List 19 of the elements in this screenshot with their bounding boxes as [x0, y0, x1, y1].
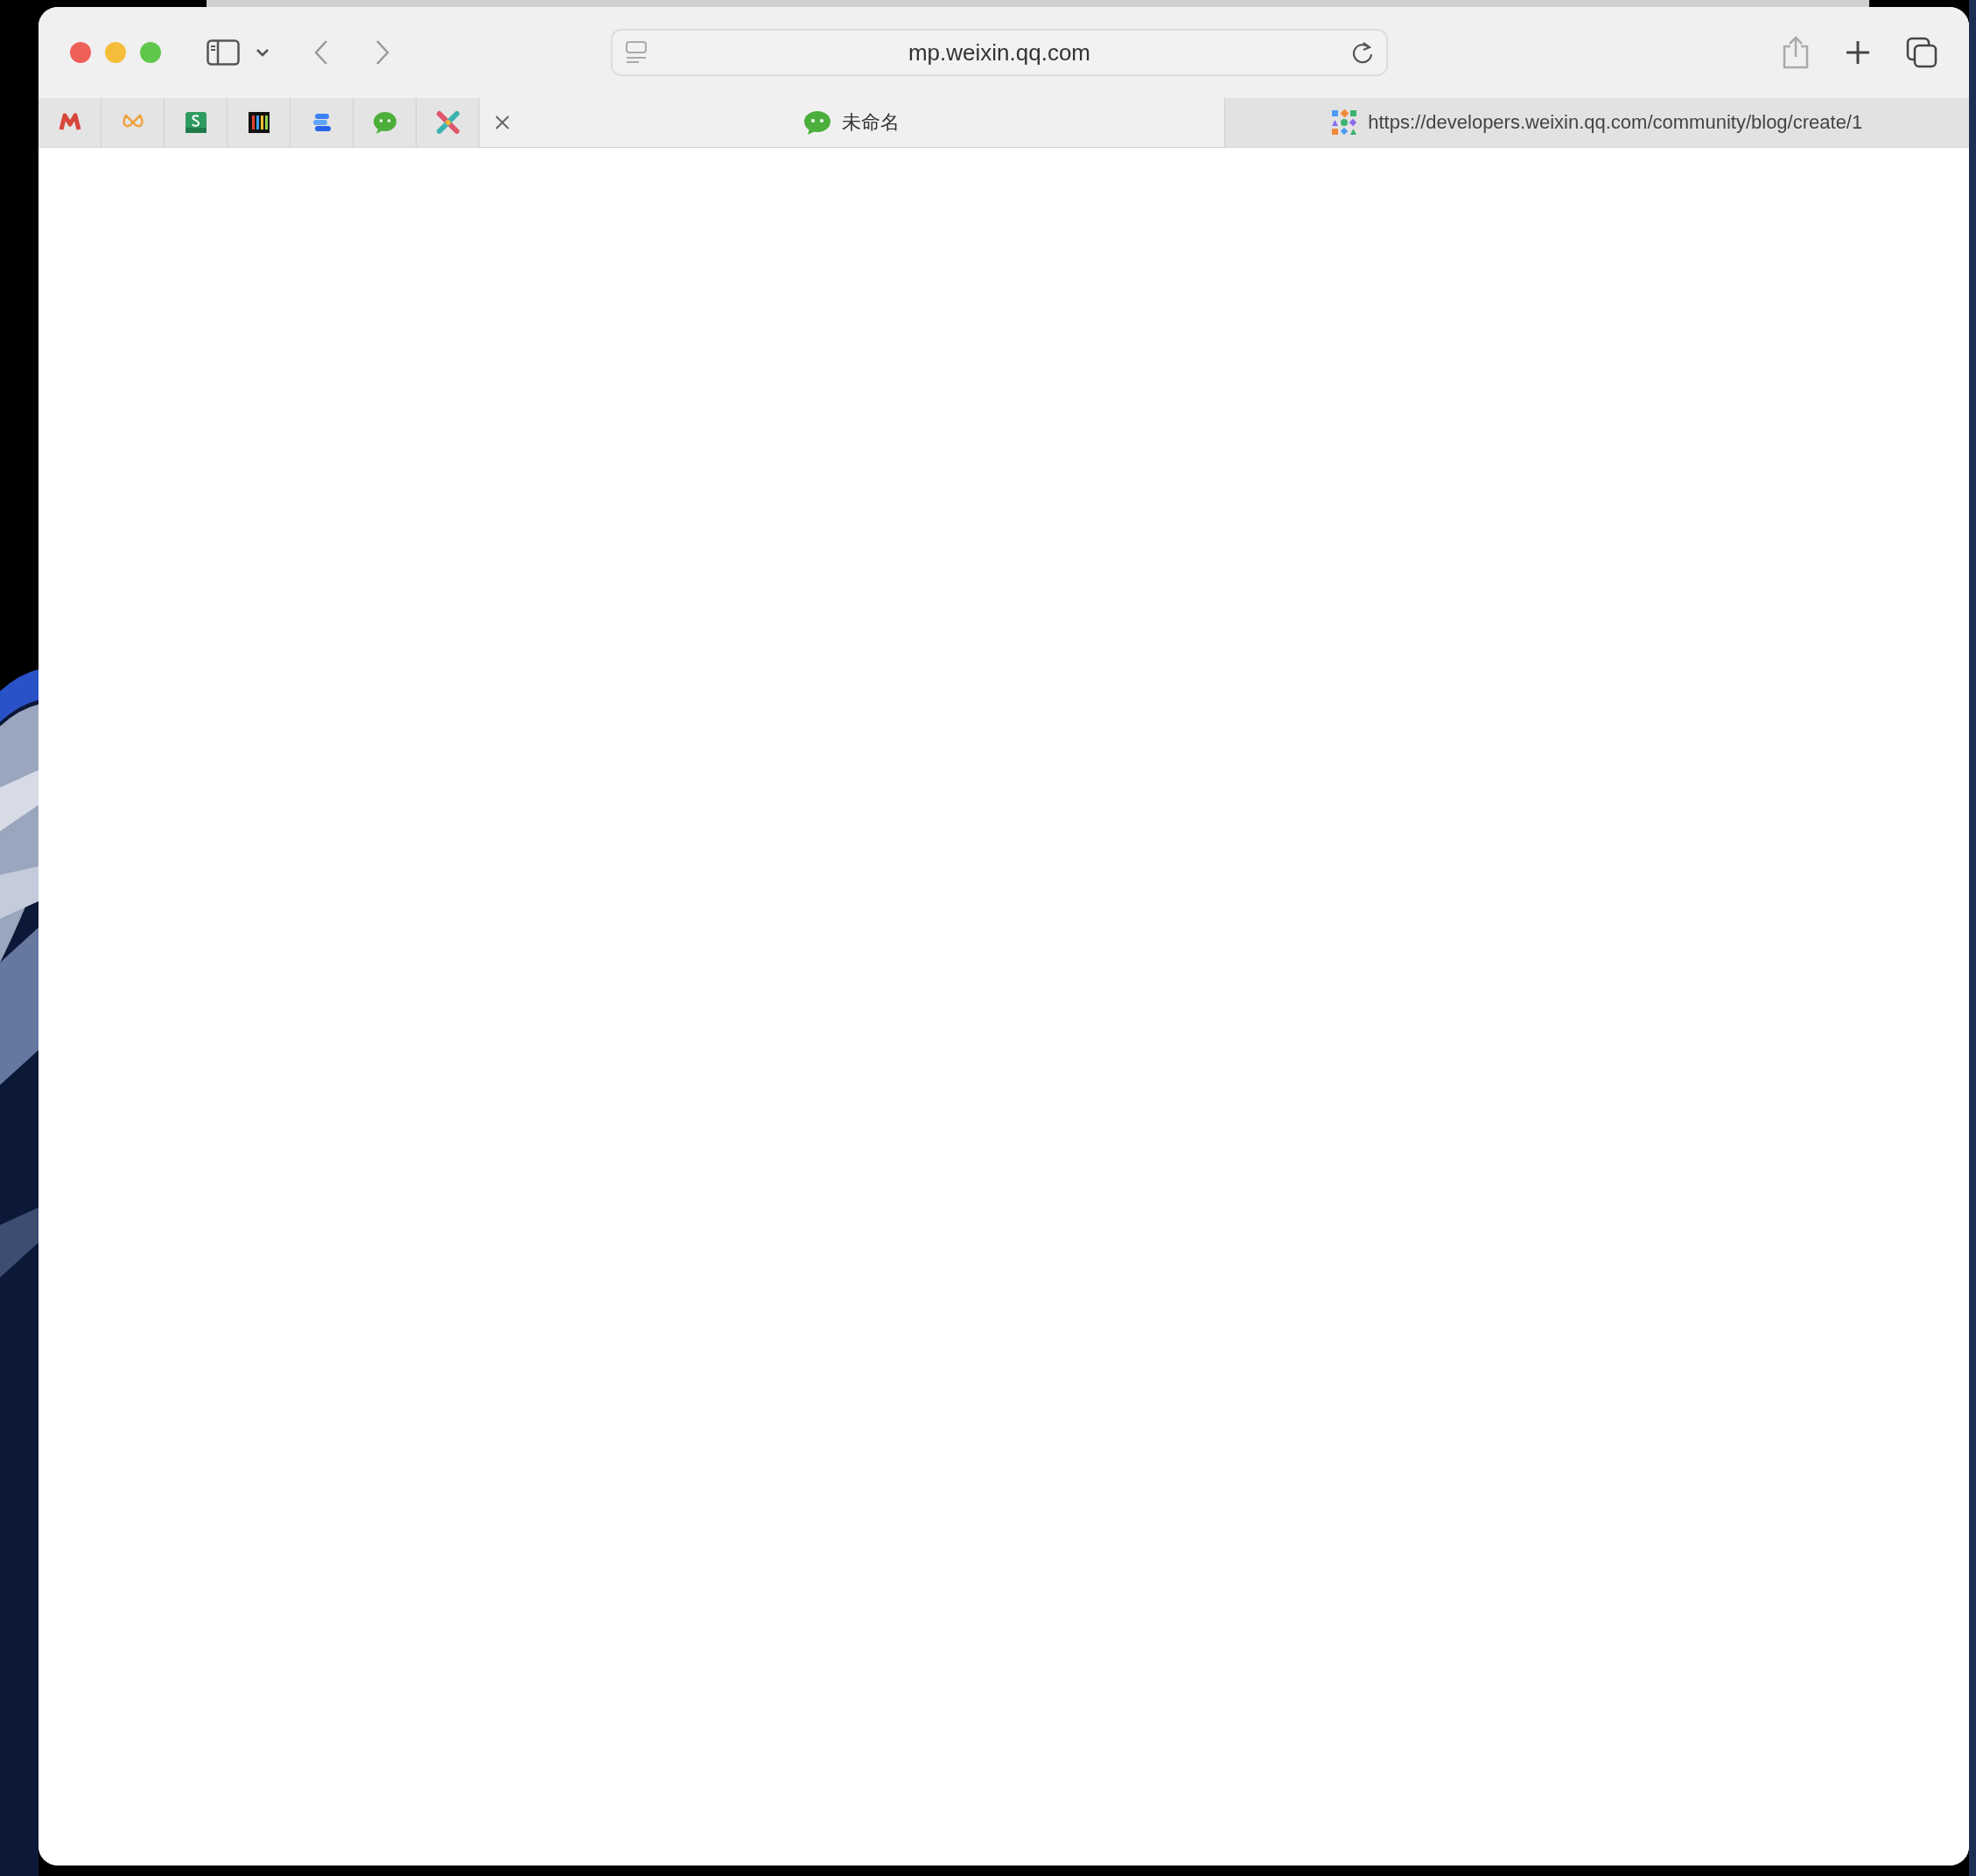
- close-button[interactable]: [70, 42, 91, 63]
- browser-tab[interactable]: https://developers.weixin.qq.com/community/blog/create/1: [1223, 98, 1969, 147]
- tab-title: 未命名: [842, 110, 900, 135]
- pinned-tab[interactable]: [228, 98, 291, 147]
- chat-bubble-icon: [803, 109, 832, 136]
- address-bar[interactable]: mp.weixin.qq.com: [611, 29, 1388, 76]
- zoom-button[interactable]: [140, 42, 161, 63]
- chevron-down-icon[interactable]: [256, 48, 270, 57]
- shapes-grid-icon: [1331, 109, 1358, 136]
- page-menu-icon[interactable]: [625, 40, 648, 65]
- plus-icon[interactable]: [1845, 39, 1871, 66]
- share-icon[interactable]: [1782, 36, 1810, 69]
- close-icon[interactable]: [494, 114, 511, 131]
- sidebar-icon[interactable]: [207, 39, 240, 66]
- tab-overview-icon[interactable]: [1906, 37, 1937, 68]
- forward-icon[interactable]: [375, 39, 390, 66]
- reload-icon[interactable]: [1351, 40, 1374, 65]
- back-icon[interactable]: [313, 39, 329, 66]
- tab-title: https://developers.weixin.qq.com/community/blog/create/1: [1368, 111, 1863, 134]
